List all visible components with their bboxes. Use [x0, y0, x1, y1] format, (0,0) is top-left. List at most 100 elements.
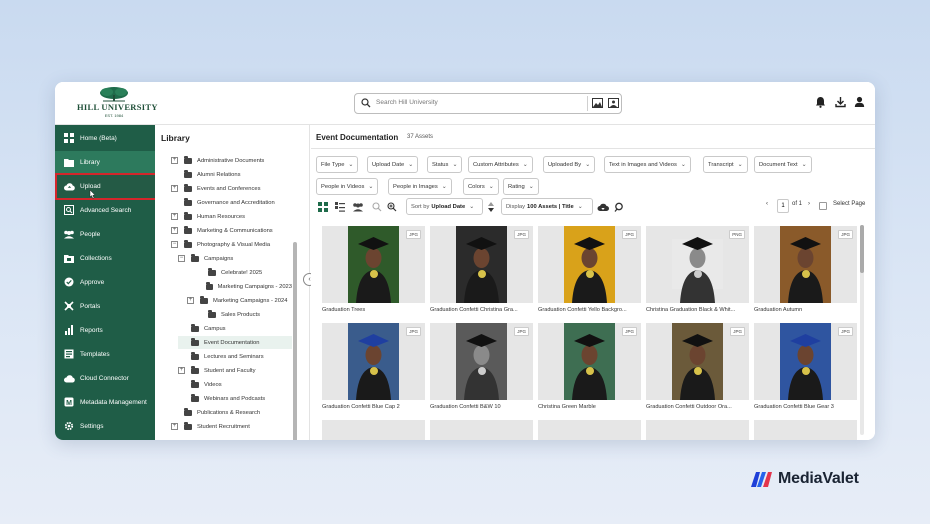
tree-node-webinars-and-podcasts[interactable]: Webinars and Podcasts: [178, 392, 292, 405]
expand-icon[interactable]: +: [171, 227, 178, 234]
asset-thumbnail[interactable]: JPG: [430, 323, 533, 400]
asset-card[interactable]: JPG Graduation Autumn: [754, 226, 857, 313]
asset-card[interactable]: JPG Graduation Confetti Yello Backgro...: [538, 226, 641, 313]
tree-node-human-resources[interactable]: + Human Resources: [171, 210, 292, 223]
asset-thumbnail[interactable]: JPG: [754, 226, 857, 303]
tree-node-campus[interactable]: Campus: [178, 322, 292, 335]
filter-uploaded-by[interactable]: Uploaded By ⌄: [543, 156, 596, 173]
expand-icon[interactable]: +: [171, 423, 178, 430]
asset-card[interactable]: JPG Graduation Confetti Blue Cap 2: [322, 323, 425, 410]
prev-page-icon[interactable]: ‹: [766, 201, 768, 207]
sidebar-item-settings[interactable]: Settings: [55, 415, 155, 437]
asset-thumbnail[interactable]: PNG: [646, 226, 749, 303]
select-page-checkbox[interactable]: [819, 202, 827, 210]
visual-search-icon[interactable]: [608, 98, 619, 108]
tree-node-marketing-campaigns-2024[interactable]: + Marketing Campaigns - 2024: [187, 294, 292, 307]
asset-thumbnail[interactable]: JPG: [322, 323, 425, 400]
tree-node-student-and-faculty[interactable]: + Student and Faculty: [178, 364, 292, 377]
tree-node-sales-products[interactable]: Sales Products: [195, 308, 292, 321]
collapse-icon[interactable]: −: [178, 255, 185, 262]
cloud-download-icon[interactable]: [597, 202, 609, 212]
asset-card[interactable]: JPG Christina Green Marble: [538, 323, 641, 410]
tree-node-events-and-conferences[interactable]: + Events and Conferences: [171, 182, 292, 195]
collapse-icon[interactable]: −: [171, 241, 178, 248]
tree-vertical-scrollbar[interactable]: [293, 242, 297, 440]
next-page-icon[interactable]: ›: [808, 201, 810, 207]
download-icon[interactable]: [835, 96, 846, 108]
asset-card-partial[interactable]: [646, 420, 749, 440]
tree-node-photography-visual-media[interactable]: − Photography & Visual Media: [171, 238, 292, 251]
image-search-icon[interactable]: [592, 98, 603, 108]
asset-thumbnail[interactable]: JPG: [646, 323, 749, 400]
sort-direction-icon[interactable]: [487, 202, 495, 212]
asset-thumbnail[interactable]: JPG: [430, 226, 533, 303]
sidebar-item-library[interactable]: Library: [55, 151, 155, 173]
filter-upload-date[interactable]: Upload Date ⌄: [367, 156, 419, 173]
university-logo[interactable]: HILL UNIVERSITY EST. 1984: [77, 86, 157, 118]
asset-card[interactable]: JPG Graduation Confetti Outdoor Ora...: [646, 323, 749, 410]
sidebar-item-portals[interactable]: Portals: [55, 295, 155, 317]
asset-thumbnail[interactable]: JPG: [322, 226, 425, 303]
filter-status[interactable]: Status ⌄: [427, 156, 463, 173]
sidebar-item-cloud-connector[interactable]: Cloud Connector: [55, 367, 155, 389]
asset-card-partial[interactable]: [754, 420, 857, 440]
expand-icon[interactable]: +: [171, 213, 178, 220]
refresh-search-icon[interactable]: [614, 202, 624, 212]
sidebar-item-metadata-management[interactable]: M Metadata Management: [55, 391, 155, 413]
asset-card-partial[interactable]: [430, 420, 533, 440]
sidebar-item-reports[interactable]: Reports: [55, 319, 155, 341]
asset-card[interactable]: PNG Christina Graduation Black & Whit...: [646, 226, 749, 313]
sidebar-item-collections[interactable]: Collections: [55, 247, 155, 269]
tree-node-governance-and-accreditation[interactable]: Governance and Accreditation: [171, 196, 292, 209]
sidebar-item-approve[interactable]: Approve: [55, 271, 155, 293]
tree-node-administrative-documents[interactable]: + Administrative Documents: [171, 154, 292, 167]
tree-node-videos[interactable]: Videos: [178, 378, 292, 391]
asset-card[interactable]: JPG Graduation Confetti B&W 10: [430, 323, 533, 410]
tree-node-marketing-campaigns-2023[interactable]: Marketing Campaigns - 2023: [195, 280, 292, 293]
people-view-icon[interactable]: [352, 202, 364, 212]
tree-node-student-recruitment[interactable]: + Student Recruitment: [171, 420, 292, 433]
zoom-in-icon[interactable]: [387, 202, 397, 212]
sort-dropdown[interactable]: Sort by Upload Date ⌄: [406, 198, 483, 215]
filter-people-in-images[interactable]: People in Images ⌄: [388, 178, 452, 195]
expand-icon[interactable]: +: [187, 297, 194, 304]
expand-icon[interactable]: +: [178, 367, 185, 374]
asset-card-partial[interactable]: [322, 420, 425, 440]
search-bar[interactable]: Search Hill University: [354, 93, 622, 114]
filter-custom-attributes[interactable]: Custom Attributes ⌄: [468, 156, 533, 173]
bell-icon[interactable]: [815, 96, 826, 108]
expand-icon[interactable]: +: [171, 157, 178, 164]
sidebar-item-templates[interactable]: Templates: [55, 343, 155, 365]
asset-card[interactable]: JPG Graduation Trees: [322, 226, 425, 313]
asset-card[interactable]: JPG Graduation Confetti Christina Gra...: [430, 226, 533, 313]
asset-thumbnail[interactable]: JPG: [754, 323, 857, 400]
tree-node-marketing-communications[interactable]: + Marketing & Communications: [171, 224, 292, 237]
grid-scrollbar-thumb[interactable]: [860, 225, 864, 273]
filter-document-text[interactable]: Document Text ⌄: [754, 156, 812, 173]
tree-node-celebrate-2025[interactable]: Celebrate! 2025: [195, 266, 292, 279]
sidebar-item-people[interactable]: People: [55, 223, 155, 245]
asset-thumbnail[interactable]: JPG: [538, 323, 641, 400]
filter-colors[interactable]: Colors ⌄: [463, 178, 499, 195]
sidebar-item-advanced-search[interactable]: Advanced Search: [55, 199, 155, 221]
user-account-icon[interactable]: [854, 96, 865, 108]
asset-card[interactable]: JPG Graduation Confetti Blue Gear 3: [754, 323, 857, 410]
search-input[interactable]: Search Hill University: [376, 99, 438, 106]
tree-node-lectures-and-seminars[interactable]: Lectures and Seminars: [178, 350, 292, 363]
list-view-icon[interactable]: [335, 202, 345, 212]
tree-node-alumni-relations[interactable]: Alumni Relations: [171, 168, 292, 181]
asset-thumbnail[interactable]: JPG: [538, 226, 641, 303]
filter-text-in-images[interactable]: Text in Images and Videos ⌄: [604, 156, 691, 173]
tree-node-publications-research[interactable]: Publications & Research: [171, 406, 292, 419]
filter-rating[interactable]: Rating ⌄: [503, 178, 539, 195]
grid-view-icon[interactable]: [318, 202, 328, 212]
filter-people-in-videos[interactable]: People in Videos ⌄: [316, 178, 379, 195]
zoom-out-icon[interactable]: [372, 202, 382, 212]
tree-node-event-documentation[interactable]: Event Documentation: [178, 336, 292, 349]
filter-file-type[interactable]: File Type ⌄: [316, 156, 359, 173]
sidebar-item-home[interactable]: Home (Beta): [55, 127, 155, 149]
filter-transcript[interactable]: Transcript ⌄: [703, 156, 748, 173]
display-dropdown[interactable]: Display 100 Assets | Title ⌄: [501, 198, 593, 215]
asset-card-partial[interactable]: [538, 420, 641, 440]
tree-node-campaigns[interactable]: − Campaigns: [178, 252, 292, 265]
